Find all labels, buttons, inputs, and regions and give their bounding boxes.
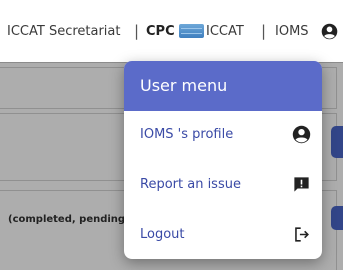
- account-circle-icon: [292, 125, 311, 144]
- user-menu-title: User menu: [140, 76, 228, 95]
- flag-icon: [179, 24, 204, 38]
- report-icon: [292, 175, 311, 194]
- menu-item-label: IOMS 's profile: [140, 127, 234, 142]
- menu-item-report-issue[interactable]: Report an issue: [124, 163, 322, 207]
- menu-item-label: Logout: [140, 227, 185, 242]
- top-bar: ICCAT Secretariat | CPC ICCAT | IOMS: [0, 0, 343, 63]
- menu-item-profile[interactable]: IOMS 's profile: [124, 113, 322, 157]
- org-name: ICCAT Secretariat: [7, 24, 121, 39]
- cpc-value[interactable]: ICCAT: [206, 24, 244, 39]
- user-name[interactable]: IOMS: [275, 24, 309, 39]
- logout-icon: [292, 225, 311, 244]
- separator: |: [134, 22, 140, 40]
- menu-item-logout[interactable]: Logout: [124, 213, 322, 257]
- cpc-label: CPC: [146, 24, 175, 39]
- separator: |: [261, 22, 267, 40]
- menu-item-label: Report an issue: [140, 177, 241, 192]
- user-menu: User menu IOMS 's profile Report an issu…: [124, 61, 322, 259]
- account-circle-icon[interactable]: [321, 23, 338, 40]
- user-menu-header: User menu: [124, 61, 322, 111]
